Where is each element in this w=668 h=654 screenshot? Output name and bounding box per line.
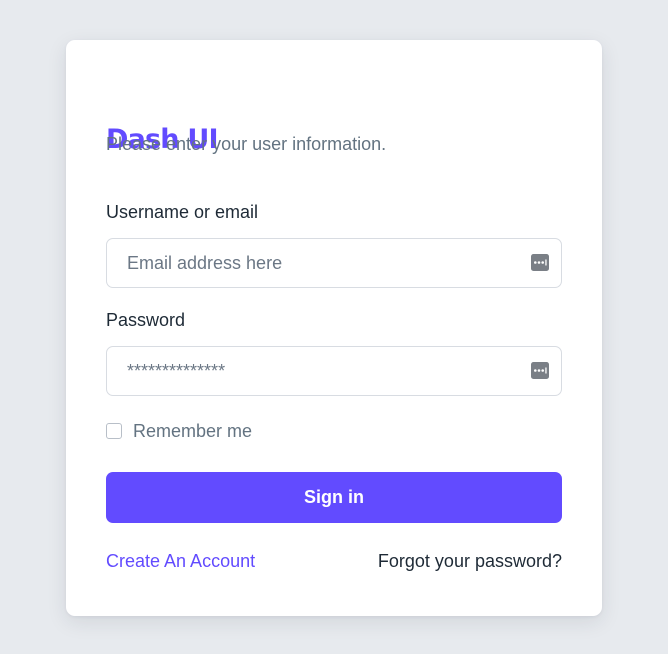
login-card: Dash UI Please enter your user informati… — [66, 40, 602, 616]
password-manager-key-icon[interactable] — [531, 362, 549, 379]
username-label: Username or email — [106, 202, 259, 222]
username-input[interactable] — [107, 239, 561, 287]
sign-in-button[interactable]: Sign in — [106, 472, 562, 523]
forgot-password-link[interactable]: Forgot your password? — [378, 551, 562, 572]
remember-me-checkbox[interactable] — [106, 423, 122, 439]
password-label: Password — [106, 310, 186, 330]
create-account-link[interactable]: Create An Account — [106, 551, 255, 572]
remember-me-row[interactable]: Remember me — [106, 420, 252, 442]
password-field-wrapper — [106, 346, 562, 396]
remember-me-label[interactable]: Remember me — [133, 421, 252, 442]
username-field-wrapper — [106, 238, 562, 288]
password-manager-key-icon[interactable] — [531, 254, 549, 271]
password-input[interactable] — [107, 347, 561, 395]
page-subtitle: Please enter your user information. — [106, 134, 387, 154]
